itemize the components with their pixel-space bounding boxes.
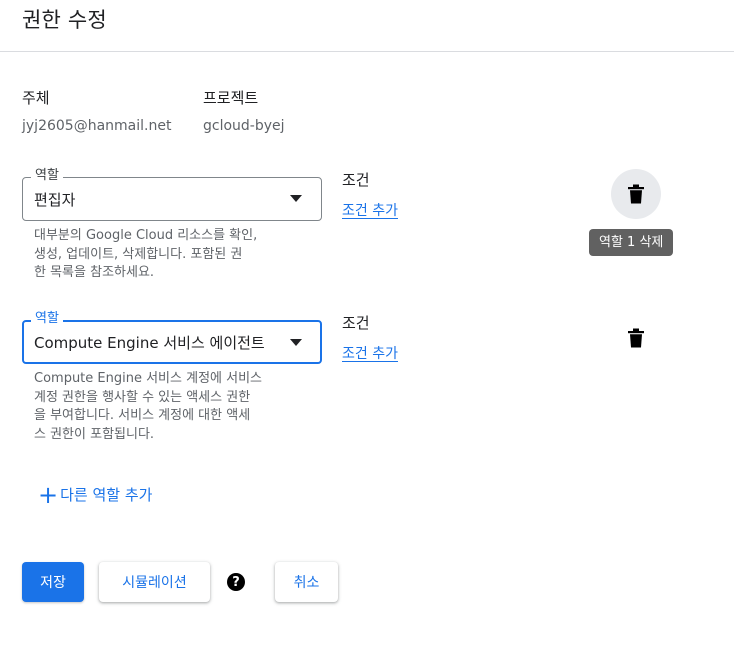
delete-role-1-button[interactable] (611, 169, 661, 219)
trash-icon (628, 328, 644, 348)
role-field-label-1: 역할 (31, 168, 63, 184)
dialog-title: 권한 수정 (22, 8, 107, 32)
role-select-2[interactable]: 역할 Compute Engine 서비스 에이전트 (22, 311, 322, 364)
dropdown-arrow-icon (290, 195, 302, 202)
cancel-button[interactable]: 취소 (275, 562, 338, 602)
dropdown-arrow-icon (290, 339, 302, 346)
role-description-line: 한 목록을 참조하세요. (34, 265, 155, 280)
project-value: gcloud-byej (203, 118, 285, 134)
role-description-line: 계정 권한을 행사할 수 있는 액세스 권한 (34, 389, 251, 405)
project-label: 프로젝트 (203, 89, 259, 107)
simulate-button[interactable]: 시뮬레이션 (99, 562, 210, 602)
condition-label-1: 조건 (342, 171, 370, 189)
delete-role-2-button[interactable] (624, 326, 648, 350)
role-description-line: 스 권한이 포함됩니다. (34, 426, 155, 442)
header-divider (0, 51, 734, 52)
role-value-1: 편집자 (34, 191, 76, 209)
role-description-line: 생성, 업데이트, 삭제합니다. 포함된 권 (34, 246, 243, 262)
condition-label-2: 조건 (342, 314, 370, 332)
help-icon[interactable]: ? (227, 573, 245, 591)
role-description-line: 대부분의 Google Cloud 리소스를 확인, (34, 228, 258, 243)
role-description-1: 대부분의 Google Cloud 리소스를 확인, 생성, 업데이트, 삭제합… (34, 227, 304, 283)
role-value-2: Compute Engine 서비스 에이전트 (34, 334, 265, 352)
role-description-line: 을 부여합니다. 서비스 계정에 대한 액세 (34, 408, 251, 423)
role-description-line: Compute Engine 서비스 계정에 서비스 (34, 371, 263, 386)
trash-icon (628, 184, 644, 204)
delete-role-tooltip: 역할 1 삭제 (589, 229, 674, 256)
principal-label: 주체 (22, 89, 50, 107)
add-another-role-label: 다른 역할 추가 (60, 486, 153, 504)
add-condition-link-1[interactable]: 조건 추가 (342, 200, 398, 220)
role-select-1[interactable]: 역할 편집자 (22, 168, 322, 221)
save-button[interactable]: 저장 (22, 562, 84, 602)
add-another-role-button[interactable]: + 다른 역할 추가 (38, 480, 153, 509)
role-description-2: Compute Engine 서비스 계정에 서비스 계정 권한을 행사할 수 … (34, 370, 304, 444)
principal-value: jyj2605@hanmail.net (22, 118, 172, 134)
role-field-label-2: 역할 (31, 311, 63, 327)
plus-icon: + (38, 480, 59, 509)
add-condition-link-2[interactable]: 조건 추가 (342, 343, 398, 363)
